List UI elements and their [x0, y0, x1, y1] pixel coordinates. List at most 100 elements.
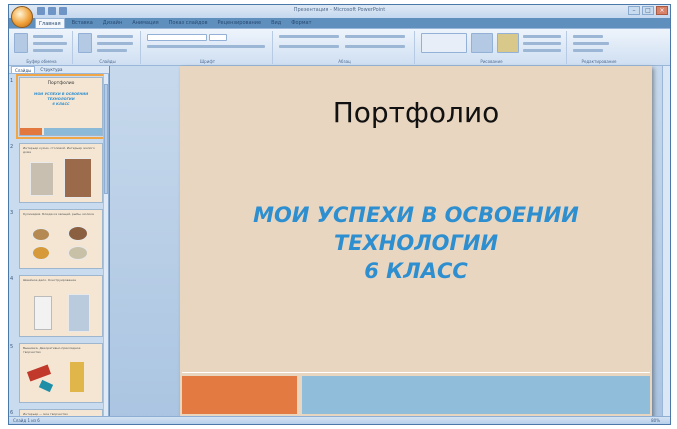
slide-workspace: Портфолио МОИ УСПЕХИ В ОСВОЕНИИ ТЕХНОЛОГ…	[110, 66, 670, 424]
font-name-select[interactable]	[147, 34, 207, 41]
align-buttons[interactable]	[279, 45, 339, 48]
slide-thumbnail-5[interactable]: Вышивка. Декоративно-прикладное творчест…	[19, 343, 103, 403]
thumb-number: 4	[10, 276, 14, 282]
current-slide[interactable]: Портфолио МОИ УСПЕХИ В ОСВОЕНИИ ТЕХНОЛОГ…	[180, 66, 652, 418]
slide-thumbnail-3[interactable]: Кулинария. Блюда из овощей, рыбы, молока	[19, 209, 103, 269]
tab-slides[interactable]: Слайды	[11, 66, 36, 73]
thumb-heading: Интерьер кухни, столовой. Интерьер жилог…	[23, 146, 95, 154]
vertical-scrollbar[interactable]	[662, 66, 670, 418]
thumb-photo	[38, 379, 54, 393]
new-slide-button[interactable]	[78, 33, 92, 53]
tab-review[interactable]: Рецензирование	[215, 18, 265, 28]
slide-title[interactable]: Портфолио	[180, 96, 652, 129]
shape-effects-button[interactable]	[523, 49, 561, 52]
close-button[interactable]: ×	[656, 6, 668, 15]
tab-design[interactable]: Дизайн	[100, 18, 125, 28]
format-painter-button[interactable]	[33, 49, 63, 52]
ribbon: Буфер обмена Слайды Шрифт Абзац Рисовани…	[9, 28, 670, 66]
tab-insert[interactable]: Вставка	[69, 18, 96, 28]
paste-button[interactable]	[14, 33, 28, 53]
slide-counter: Слайд 1 из 6	[13, 418, 40, 423]
editing-label: Редактирование	[581, 59, 617, 64]
thumb-photo	[34, 296, 52, 330]
scrollbar-thumb[interactable]	[104, 84, 108, 194]
thumb-heading: Швейное дело. Конструирование	[23, 278, 77, 282]
thumb-photo	[26, 364, 52, 382]
clipboard-label: Буфер обмена	[26, 59, 57, 64]
font-format-buttons[interactable]	[147, 45, 265, 48]
text-direction-button[interactable]	[345, 35, 405, 38]
paragraph-label: Абзац	[338, 59, 351, 64]
reset-button[interactable]	[97, 42, 133, 45]
clipboard-group: Буфер обмена	[11, 31, 73, 64]
thumb-number: 5	[10, 344, 14, 350]
thumbnail-scrollbar[interactable]	[103, 74, 108, 424]
drawing-group: Рисование	[417, 31, 567, 64]
drawing-label: Рисование	[480, 59, 503, 64]
slide-thumbnail-1[interactable]: Портфолио МОИ УСПЕХИ В ОСВОЕНИИ ТЕХНОЛОГ…	[16, 74, 106, 139]
thumb-photo	[64, 158, 92, 198]
tab-home[interactable]: Главная	[35, 18, 65, 28]
thumb-photo	[70, 362, 84, 392]
blue-footer-bar	[302, 376, 650, 414]
copy-button[interactable]	[33, 42, 67, 45]
orange-footer-bar	[182, 376, 297, 414]
window-controls: – □ ×	[628, 6, 668, 15]
cut-button[interactable]	[33, 35, 63, 38]
maximize-button[interactable]: □	[642, 6, 654, 15]
tab-format[interactable]: Формат	[288, 18, 314, 28]
slide-subtitle[interactable]: МОИ УСПЕХИ В ОСВОЕНИИ ТЕХНОЛОГИИ 6 КЛАСС	[180, 201, 652, 285]
font-group: Шрифт	[143, 31, 273, 64]
thumb-photo	[32, 228, 50, 241]
thumb-photo	[68, 246, 88, 260]
status-bar: Слайд 1 из 6 80%	[9, 416, 670, 424]
slide-thumbnail-4[interactable]: Швейное дело. Конструирование	[19, 275, 103, 337]
zoom-level[interactable]: 80%	[651, 418, 660, 423]
arrange-button[interactable]	[471, 33, 493, 53]
shape-outline-button[interactable]	[523, 42, 561, 45]
thumb-orange-bar	[20, 128, 42, 135]
slide-thumbnail-2[interactable]: Интерьер кухни, столовой. Интерьер жилог…	[19, 143, 103, 203]
thumb-photo	[68, 226, 88, 241]
tab-outline[interactable]: Структура	[37, 66, 65, 73]
thumb-heading: Кулинария. Блюда из овощей, рыбы, молока	[23, 212, 94, 216]
thumb-photo	[30, 162, 54, 196]
smartart-button[interactable]	[345, 45, 405, 48]
window-title: Презентация - Microsoft PowerPoint	[293, 7, 386, 13]
thumb-subtitle: МОИ УСПЕХИ В ОСВОЕНИИ ТЕХНОЛОГИИ 6 КЛАСС	[33, 92, 89, 106]
thumb-photo	[32, 246, 50, 260]
divider-line	[182, 372, 650, 373]
thumb-number: 2	[10, 144, 14, 150]
panel-tabs: Слайды Структура	[9, 66, 109, 74]
font-size-select[interactable]	[209, 34, 227, 41]
editing-group: Редактирование	[569, 31, 629, 64]
select-button[interactable]	[573, 49, 603, 52]
powerpoint-window: Презентация - Microsoft PowerPoint – □ ×…	[8, 4, 671, 425]
replace-button[interactable]	[573, 42, 609, 45]
office-button[interactable]	[11, 6, 33, 28]
thumb-number: 1	[10, 78, 14, 84]
shape-fill-button[interactable]	[523, 35, 561, 38]
slides-group: Слайды	[75, 31, 141, 64]
thumb-photo	[68, 294, 90, 332]
title-bar: Презентация - Microsoft PowerPoint – □ ×	[9, 5, 670, 18]
minimize-button[interactable]: –	[628, 6, 640, 15]
thumb-heading: Вышивка. Декоративно-прикладное творчест…	[23, 346, 81, 354]
slides-panel: 1 Портфолио МОИ УСПЕХИ В ОСВОЕНИИ ТЕХНОЛ…	[9, 74, 109, 424]
tab-animation[interactable]: Анимация	[129, 18, 161, 28]
paragraph-group: Абзац	[275, 31, 415, 64]
tab-slideshow[interactable]: Показ слайдов	[166, 18, 211, 28]
delete-button[interactable]	[97, 49, 127, 52]
find-button[interactable]	[573, 35, 603, 38]
tab-view[interactable]: Вид	[268, 18, 284, 28]
slides-label: Слайды	[99, 59, 116, 64]
thumb-blue-bar	[44, 128, 102, 135]
list-buttons[interactable]	[279, 35, 339, 38]
ribbon-tabs: Главная Вставка Дизайн Анимация Показ сл…	[35, 18, 315, 28]
font-label: Шрифт	[199, 59, 216, 64]
quick-styles-button[interactable]	[497, 33, 519, 53]
thumb-number: 3	[10, 210, 14, 216]
thumb-title: Портфолио	[47, 81, 75, 86]
shapes-gallery[interactable]	[421, 33, 467, 53]
layout-button[interactable]	[97, 35, 133, 38]
